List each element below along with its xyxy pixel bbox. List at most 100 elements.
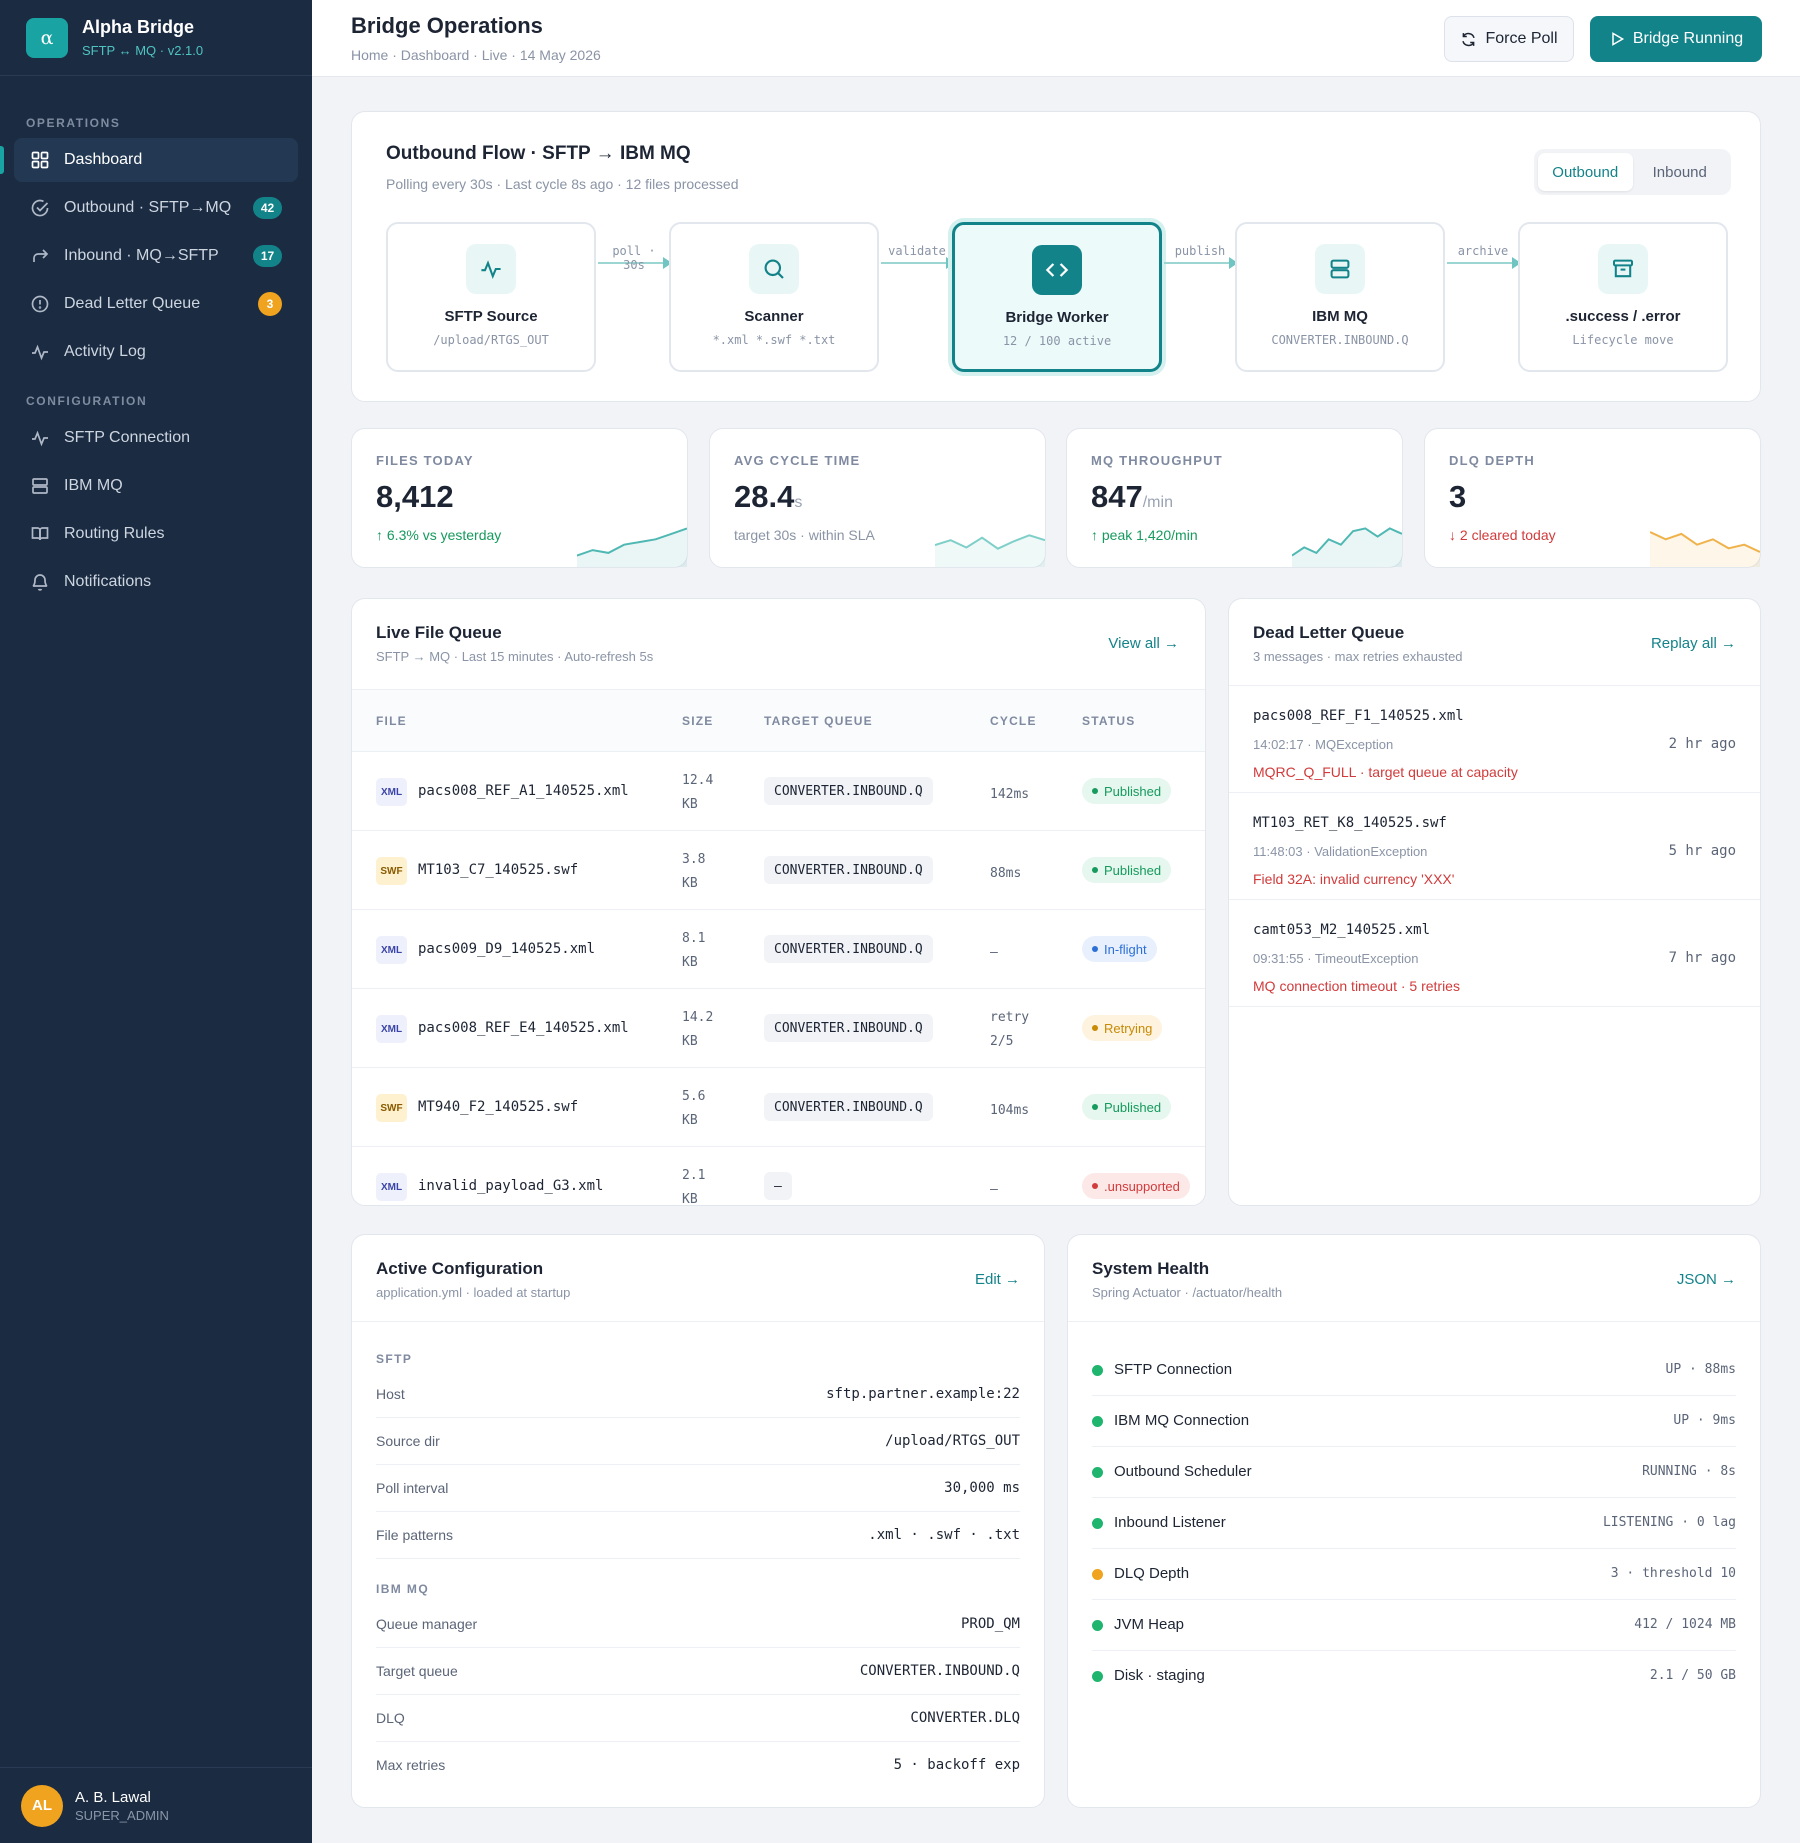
- panel-title: Active Configuration: [376, 1259, 544, 1278]
- cycle-time: 142ms: [990, 783, 1029, 807]
- config-row: File patterns .xml · .swf · .txt: [376, 1512, 1020, 1559]
- bridge-running-button[interactable]: Bridge Running: [1590, 16, 1762, 62]
- panel-subtitle: 3 messages · max retries exhausted: [1253, 649, 1463, 664]
- sidebar-item-activity-log[interactable]: Activity Log: [14, 330, 298, 374]
- health-name: Disk · staging: [1114, 1667, 1205, 1684]
- status-badge: .unsupported: [1082, 1173, 1190, 1199]
- sidebar-item-notifications[interactable]: Notifications: [14, 560, 298, 604]
- dlq-item[interactable]: camt053_M2_140525.xml 09:31:55 · TimeoutE…: [1229, 900, 1760, 1007]
- sparkline-area: [1292, 528, 1402, 567]
- json-link[interactable]: JSON →: [1677, 1271, 1736, 1288]
- health-value: 2.1 / 50 GB: [1649, 1668, 1736, 1683]
- archive-icon: [1598, 244, 1648, 294]
- kpi-label: AVG CYCLE TIME: [734, 453, 861, 468]
- flow-edge-poll: poll · 30s: [598, 244, 672, 272]
- user-name: A. B. Lawal: [75, 1788, 151, 1806]
- dlq-item[interactable]: pacs008_REF_F1_140525.xml 14:02:17 · MQEx…: [1229, 686, 1760, 793]
- panel-subtitle: Spring Actuator · /actuator/health: [1092, 1285, 1283, 1300]
- refresh-icon: [1462, 32, 1476, 46]
- table-row[interactable]: SWF MT103_C7_140525.swf 3.8 KB CONVERTER.INB…: [352, 831, 1205, 910]
- file-name[interactable]: pacs009_D9_140525.xml: [418, 941, 595, 957]
- kpi-number: 847: [1091, 479, 1143, 514]
- config-key: Poll interval: [376, 1480, 449, 1496]
- table-row[interactable]: SWF MT940_F2_140525.swf 5.6 KB CONVERTER.INB…: [352, 1068, 1205, 1147]
- sidebar-item-label: SFTP Connection: [64, 429, 190, 446]
- sidebar-item-routing-rules[interactable]: Routing Rules: [14, 512, 298, 556]
- flow-node-ibm-mq[interactable]: IBM MQ CONVERTER.INBOUND.Q: [1235, 222, 1445, 372]
- file-name[interactable]: pacs008_REF_A1_140525.xml: [418, 783, 629, 799]
- file-type-badge: XML: [376, 936, 407, 964]
- replay-all-link[interactable]: Replay all →: [1651, 635, 1736, 652]
- edge-label: archive: [1457, 244, 1509, 258]
- kpi-number: 8,412: [376, 479, 454, 514]
- view-all-link[interactable]: View all →: [1108, 635, 1179, 652]
- kpi-label: MQ THROUGHPUT: [1091, 453, 1223, 468]
- file-name[interactable]: MT103_C7_140525.swf: [418, 862, 578, 878]
- column-header-status[interactable]: STATUS: [1082, 714, 1135, 728]
- table-header: FILE SIZE TARGET QUEUE CYCLE STATUS: [352, 689, 1205, 752]
- config-key: Max retries: [376, 1757, 446, 1773]
- kpi-note: ↑ 6.3% vs yesterday: [376, 527, 502, 543]
- force-poll-button[interactable]: Force Poll: [1444, 16, 1574, 62]
- health-row: DLQ Depth 3 · threshold 10: [1092, 1549, 1736, 1600]
- flow-node-lifecycle[interactable]: .success / .error Lifecycle move: [1518, 222, 1728, 372]
- file-size-value: 2.1: [682, 1168, 706, 1183]
- edge-label: poll · 30s: [612, 244, 656, 272]
- table-row[interactable]: XML invalid_payload_G3.xml 2.1 KB — — .unsuppo…: [352, 1147, 1205, 1226]
- kpi-value: 28.4s: [734, 479, 802, 515]
- node-name: IBM MQ: [1312, 308, 1368, 325]
- node-name: Bridge Worker: [1005, 309, 1109, 326]
- toggle-outbound[interactable]: Outbound: [1538, 153, 1633, 191]
- config-row: DLQ CONVERTER.DLQ: [376, 1695, 1020, 1742]
- cycle-value: 88ms: [990, 866, 1022, 881]
- kpi-unit: s: [794, 494, 803, 511]
- app-logo[interactable]: α: [26, 17, 68, 58]
- sidebar-item-inbound[interactable]: Inbound · MQ→SFTP 17: [14, 234, 298, 278]
- toggle-inbound[interactable]: Inbound: [1633, 153, 1728, 191]
- column-header-target-queue[interactable]: TARGET QUEUE: [764, 714, 873, 728]
- table-row[interactable]: XML pacs009_D9_140525.xml 8.1 KB CONVERTER.I…: [352, 910, 1205, 989]
- nav-section-operations: OPERATIONS: [26, 116, 121, 130]
- table-row[interactable]: XML pacs008_REF_E4_140525.xml 14.2 KB CONVER…: [352, 989, 1205, 1068]
- sidebar-item-sftp-connection[interactable]: SFTP Connection: [14, 416, 298, 460]
- config-value: CONVERTER.DLQ: [910, 1710, 1020, 1726]
- file-size-unit: KB: [682, 1192, 698, 1207]
- alert-circle-icon: [31, 295, 49, 313]
- column-header-cycle[interactable]: CYCLE: [990, 714, 1037, 728]
- dlq-meta: 14:02:17 · MQException: [1253, 737, 1394, 752]
- column-header-file[interactable]: FILE: [376, 714, 407, 728]
- count-badge: 17: [253, 245, 282, 267]
- user-role: SUPER_ADMIN: [75, 1807, 169, 1823]
- sidebar-item-ibm-mq[interactable]: IBM MQ: [14, 464, 298, 508]
- sidebar-item-label: Outbound · SFTP→MQ: [64, 199, 232, 216]
- dlq-item[interactable]: MT103_RET_K8_140525.swf 11:48:03 · Valida…: [1229, 793, 1760, 900]
- health-row: JVM Heap 412 / 1024 MB: [1092, 1600, 1736, 1651]
- flow-node-scanner[interactable]: Scanner *.xml *.swf *.txt: [669, 222, 879, 372]
- sidebar-item-dashboard[interactable]: Dashboard: [0, 138, 298, 182]
- user-profile[interactable]: AL A. B. Lawal SUPER_ADMIN: [0, 1767, 312, 1843]
- file-name[interactable]: MT940_F2_140525.swf: [418, 1099, 578, 1115]
- file-type-badge: SWF: [376, 1094, 407, 1122]
- health-row: SFTP Connection UP · 88ms: [1092, 1345, 1736, 1396]
- health-value: LISTENING · 0 lag: [1602, 1515, 1736, 1530]
- sidebar-item-dead-letter-queue[interactable]: Dead Letter Queue 3: [14, 282, 298, 326]
- search-icon: [749, 244, 799, 294]
- flow-node-bridge-worker[interactable]: Bridge Worker 12 / 100 active: [952, 222, 1162, 372]
- sparkline: [1292, 527, 1402, 567]
- sidebar-item-outbound[interactable]: Outbound · SFTP→MQ 42: [14, 186, 298, 230]
- edit-link[interactable]: Edit →: [975, 1271, 1020, 1288]
- file-name[interactable]: pacs008_REF_E4_140525.xml: [418, 1020, 629, 1036]
- sidebar-item-label: Notifications: [64, 573, 152, 590]
- table-row[interactable]: XML pacs008_REF_A1_140525.xml 12.4 KB CONVER…: [352, 752, 1205, 831]
- file-name[interactable]: invalid_payload_G3.xml: [418, 1178, 603, 1194]
- status-badge: Published: [1082, 778, 1172, 804]
- cycle-time: —: [990, 941, 998, 965]
- target-queue-tag: CONVERTER.INBOUND.Q: [764, 935, 933, 963]
- kpi-avg-cycle-time: AVG CYCLE TIME 28.4s target 30s · within…: [709, 428, 1046, 568]
- flow-node-sftp-source[interactable]: SFTP Source /upload/RTGS_OUT: [386, 222, 596, 372]
- flow-subtitle: Polling every 30s · Last cycle 8s ago · …: [386, 176, 739, 192]
- column-header-size[interactable]: SIZE: [682, 714, 713, 728]
- file-size-unit: KB: [682, 1034, 698, 1049]
- status-dot: [1092, 1671, 1103, 1682]
- node-detail: /upload/RTGS_OUT: [433, 333, 549, 347]
